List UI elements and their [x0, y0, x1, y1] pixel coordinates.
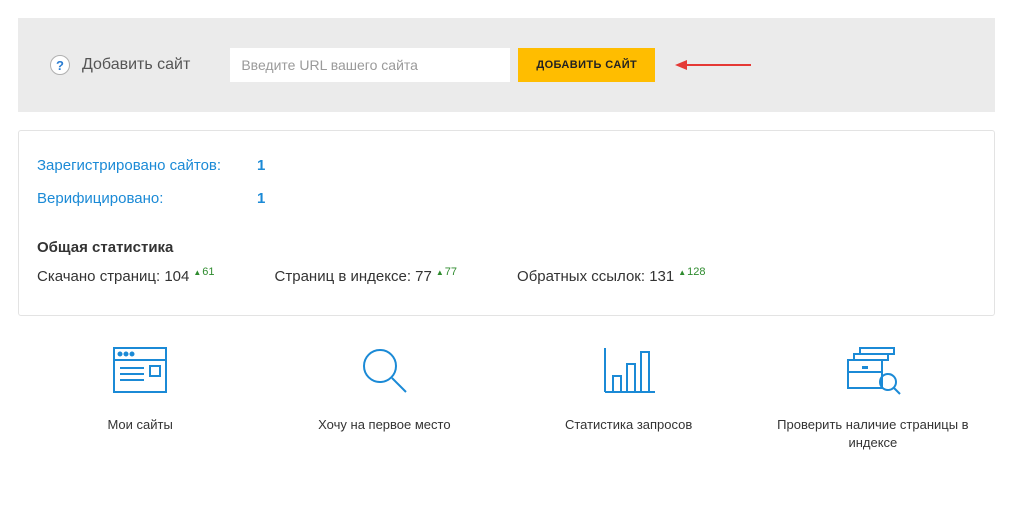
stats-card: Зарегистрировано сайтов: 1 Верифицирован… [18, 130, 995, 316]
tile-first-place[interactable]: Хочу на первое место [284, 340, 484, 452]
action-tiles: Мои сайты Хочу на первое место Статистик… [18, 340, 995, 452]
downloaded-value: 104 [164, 268, 189, 285]
window-icon [112, 340, 168, 400]
indexed-label: Страниц в индексе: [275, 268, 416, 285]
tile-label: Статистика запросов [565, 416, 692, 434]
tile-label: Проверить наличие страницы в индексе [773, 416, 973, 452]
registered-row: Зарегистрировано сайтов: 1 [37, 157, 976, 174]
verified-label: Верифицировано: [37, 190, 257, 207]
bar-chart-icon [601, 340, 657, 400]
magnifier-icon [356, 340, 412, 400]
tile-my-sites[interactable]: Мои сайты [40, 340, 240, 452]
backlinks-value: 131 [649, 268, 674, 285]
downloaded-label: Скачано страниц: [37, 268, 164, 285]
registered-value: 1 [257, 157, 265, 174]
tile-label: Хочу на первое место [318, 416, 450, 434]
add-site-label: Добавить сайт [82, 56, 190, 74]
backlinks: Обратных ссылок: 131 128 [517, 266, 705, 285]
site-url-input[interactable] [230, 48, 510, 82]
tile-query-stats[interactable]: Статистика запросов [529, 340, 729, 452]
overall-stats-line: Скачано страниц: 104 61 Страниц в индексе… [37, 266, 976, 285]
backlinks-delta: 128 [678, 266, 705, 278]
downloaded-pages: Скачано страниц: 104 61 [37, 266, 215, 285]
drawer-search-icon [842, 340, 904, 400]
indexed-delta: 77 [436, 266, 457, 278]
help-glyph: ? [56, 58, 64, 73]
verified-value: 1 [257, 190, 265, 207]
add-site-button[interactable]: ДОБАВИТЬ САЙТ [518, 48, 655, 82]
arrow-annotation-icon [673, 56, 753, 74]
help-icon[interactable]: ? [50, 55, 70, 75]
indexed-value: 77 [415, 268, 432, 285]
indexed-pages: Страниц в индексе: 77 77 [275, 266, 457, 285]
tile-check-index[interactable]: Проверить наличие страницы в индексе [773, 340, 973, 452]
downloaded-delta: 61 [193, 266, 214, 278]
add-site-panel: ? Добавить сайт ДОБАВИТЬ САЙТ [18, 18, 995, 112]
verified-row: Верифицировано: 1 [37, 190, 976, 207]
backlinks-label: Обратных ссылок: [517, 268, 649, 285]
registered-label: Зарегистрировано сайтов: [37, 157, 257, 174]
tile-label: Мои сайты [107, 416, 172, 434]
overall-stats-title: Общая статистика [37, 239, 976, 256]
